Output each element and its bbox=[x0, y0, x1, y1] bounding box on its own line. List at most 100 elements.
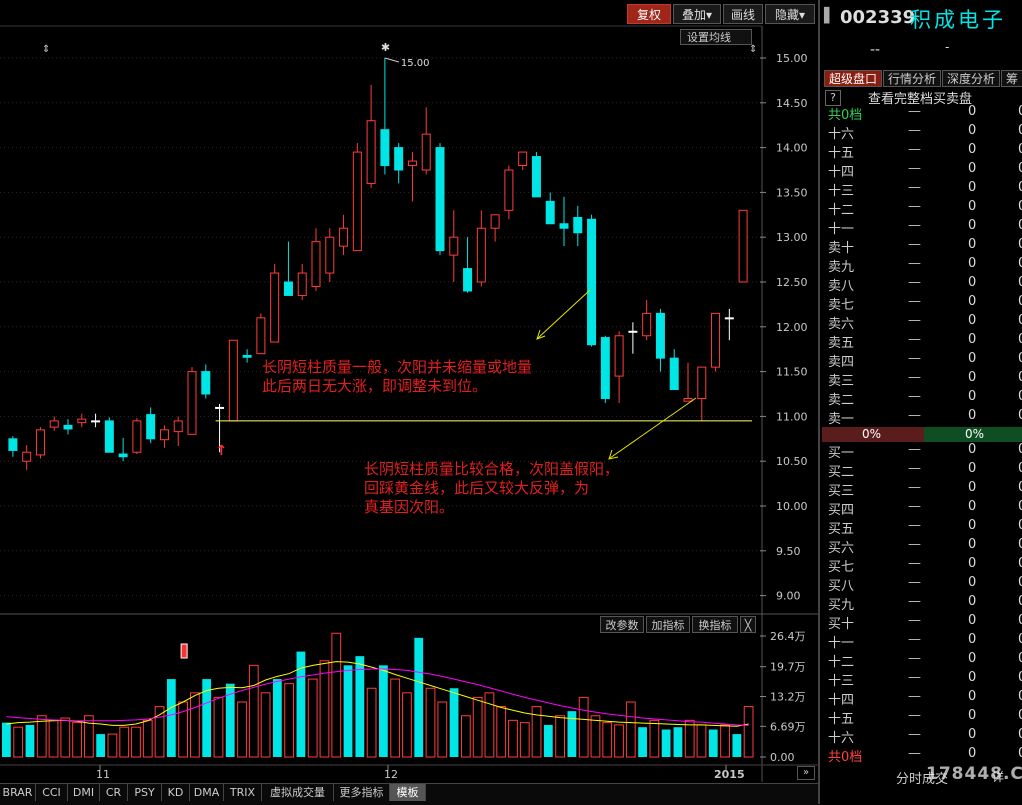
volume-bar bbox=[25, 724, 35, 757]
candle bbox=[642, 299, 652, 341]
add-indicator-button[interactable]: 加指标 bbox=[646, 616, 690, 633]
indicator-tab[interactable]: PSY bbox=[128, 784, 162, 801]
indicator-tab[interactable]: KD bbox=[162, 784, 190, 801]
candle-body bbox=[435, 147, 445, 252]
sell-level-row: 卖三 — 0 0 bbox=[828, 370, 1022, 389]
level-price: — bbox=[908, 518, 921, 533]
level-extra: 0 bbox=[1018, 332, 1022, 347]
level-price: — bbox=[908, 727, 921, 742]
volume-bar bbox=[508, 719, 518, 758]
level-label: 卖八 bbox=[828, 279, 855, 294]
restore-rights-button[interactable]: 复权 bbox=[627, 4, 671, 24]
volume-bar bbox=[284, 683, 295, 758]
tab-super-book[interactable]: 超级盘口 bbox=[824, 70, 882, 87]
volume-bar bbox=[142, 719, 153, 758]
switch-indicator-button[interactable]: 换指标 bbox=[692, 616, 738, 633]
level-label: 共0档 bbox=[828, 108, 863, 123]
candle bbox=[283, 241, 293, 296]
candle-body bbox=[600, 337, 610, 399]
candle bbox=[573, 205, 583, 247]
level-extra: 0 bbox=[1018, 651, 1022, 666]
candle-body bbox=[476, 227, 486, 283]
candle bbox=[325, 228, 335, 282]
level-extra: 0 bbox=[1018, 746, 1022, 761]
level-extra: 0 bbox=[1018, 294, 1022, 309]
level-extra: 0 bbox=[1018, 613, 1022, 628]
volume-bar bbox=[696, 724, 707, 758]
candle bbox=[724, 308, 734, 341]
indicator-tab[interactable]: 模板 bbox=[390, 784, 426, 801]
candle-body bbox=[463, 268, 473, 292]
level-volume: 0 bbox=[968, 480, 977, 495]
candle-body bbox=[407, 160, 417, 167]
candle bbox=[228, 339, 238, 422]
tab-deep-analysis[interactable]: 深度分析 bbox=[942, 70, 1000, 87]
scroll-right-icon[interactable]: » bbox=[797, 766, 815, 780]
level-label: 买三 bbox=[828, 484, 855, 499]
candle-body bbox=[270, 272, 280, 343]
candle-body bbox=[490, 214, 500, 229]
overlay-button[interactable]: 叠加▾ bbox=[673, 4, 721, 24]
candle bbox=[118, 437, 128, 462]
candle-body bbox=[545, 200, 555, 225]
draw-line-button[interactable]: 画线 bbox=[723, 4, 763, 24]
level-volume: 0 bbox=[968, 613, 977, 628]
collapse-icon[interactable]: ▌ bbox=[824, 8, 835, 24]
hide-button[interactable]: 隐藏▾ bbox=[765, 4, 815, 24]
change-params-button[interactable]: 改参数 bbox=[600, 616, 644, 633]
volume-bar bbox=[578, 696, 589, 758]
indicator-tab[interactable]: CR bbox=[100, 784, 128, 801]
tab-chips[interactable]: 筹码 bbox=[1001, 70, 1022, 87]
indicator-tab[interactable]: 更多指标 bbox=[334, 784, 390, 801]
sell-level-row: 卖五 — 0 0 bbox=[828, 332, 1022, 351]
volume-bar bbox=[496, 706, 507, 758]
level-extra: 0 bbox=[1018, 518, 1022, 533]
volume-bar bbox=[260, 692, 271, 758]
indicator-tab[interactable]: CCI bbox=[36, 784, 68, 801]
indicator-tab[interactable]: 虚拟成交量 bbox=[262, 784, 334, 801]
level-volume: 0 bbox=[968, 142, 977, 157]
indicator-tab[interactable]: DMI bbox=[68, 784, 100, 801]
volume-bar bbox=[602, 722, 613, 758]
buy-level-row: 买一 — 0 0 bbox=[828, 442, 1022, 461]
buy-level-row: 十一 — 0 0 bbox=[828, 632, 1022, 651]
candle-body bbox=[380, 129, 390, 167]
candle bbox=[352, 143, 362, 252]
candle bbox=[697, 366, 707, 421]
volume-bar bbox=[307, 678, 318, 758]
level-volume: 0 bbox=[968, 537, 977, 552]
candle-body bbox=[35, 429, 45, 456]
level-volume: 0 bbox=[968, 670, 977, 685]
level-volume: 0 bbox=[968, 370, 977, 385]
tab-market-analysis[interactable]: 行情分析 bbox=[883, 70, 941, 87]
level-volume: 0 bbox=[968, 594, 977, 609]
buy-level-row: 买八 — 0 0 bbox=[828, 575, 1022, 594]
level-volume: 0 bbox=[968, 351, 977, 366]
volume-tick-label: 13.2万 bbox=[770, 691, 806, 704]
candle bbox=[159, 425, 169, 448]
indicator-tab[interactable]: TRIX bbox=[224, 784, 262, 801]
annotation-first-line-1: 长阴短柱质量一般，次阳并未缩量或地量 bbox=[262, 358, 533, 376]
volume-bar bbox=[366, 687, 377, 758]
indicator-tab[interactable]: BRAR bbox=[0, 784, 36, 801]
candle-body bbox=[587, 218, 597, 346]
buy-ratio: 0% bbox=[965, 427, 985, 441]
level-volume: 0 bbox=[968, 275, 977, 290]
candle bbox=[366, 84, 376, 188]
volume-bar bbox=[649, 719, 660, 758]
volume-bar bbox=[708, 729, 718, 757]
level-price: — bbox=[908, 199, 921, 214]
candle-body bbox=[711, 312, 721, 368]
level-extra: 0 bbox=[1018, 161, 1022, 176]
sell-level-row: 十六 — 0 0 bbox=[828, 123, 1022, 142]
level-volume: 0 bbox=[968, 180, 977, 195]
level-label: 买八 bbox=[828, 579, 855, 594]
ma-settings-button[interactable]: 设置均线 bbox=[680, 29, 752, 45]
level-volume: 0 bbox=[968, 313, 977, 328]
candle bbox=[270, 264, 280, 343]
indicator-tab[interactable]: DMA bbox=[190, 784, 224, 801]
sell-level-row: 十一 — 0 0 bbox=[828, 218, 1022, 237]
level-price: — bbox=[908, 632, 921, 647]
sell-total-row: 共0档 — 0 0 bbox=[828, 104, 1022, 123]
close-indicator-icon[interactable]: ╳ bbox=[740, 616, 756, 633]
